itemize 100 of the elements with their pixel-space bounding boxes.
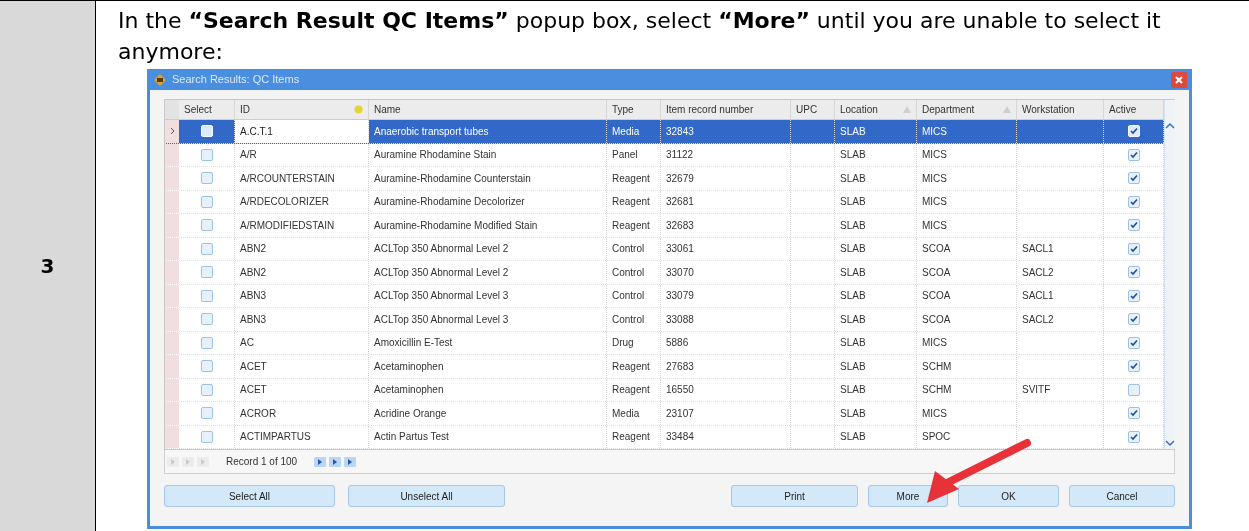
checkbox[interactable] [200,148,213,161]
checkbox[interactable] [200,266,213,279]
column-header[interactable]: ID [235,100,369,119]
checkbox[interactable] [1127,407,1140,420]
table-row[interactable]: A/RMODIFIEDSTAIN Auramine-Rhodamine Modified Stain Reagent 32683 SLAB MICS [165,214,1164,238]
table-cell: Acetaminophen [369,378,607,401]
scroll-down-icon[interactable] [1165,439,1175,447]
checkbox[interactable] [200,360,213,373]
table-row[interactable]: AC Amoxicillin E-Test Drug 5886 SLAB MICS [165,331,1164,355]
row-header[interactable] [165,402,179,425]
table-cell: SLAB [835,402,917,425]
next-record-icon[interactable] [314,456,327,467]
row-header[interactable] [165,331,179,354]
table-cell: Reagent [607,167,661,190]
table-cell: MICS [917,190,1017,213]
checkbox[interactable] [200,407,213,420]
checkbox[interactable] [1127,242,1140,255]
row-header[interactable] [165,284,179,307]
checkbox[interactable] [1127,219,1140,232]
close-button[interactable] [1171,71,1187,88]
checkbox[interactable] [200,289,213,302]
checkbox[interactable] [200,383,213,396]
table-cell: SLAB [835,355,917,378]
checkbox[interactable] [1127,172,1140,185]
table-row[interactable]: A.C.T.1 Anaerobic transport tubes Media 32843 SLAB MICS [165,120,1164,144]
table-row[interactable]: ACROR Acridine Orange Media 23107 SLAB MICS [165,402,1164,426]
table-cell: 23107 [661,402,791,425]
table-cell: SVITF [1017,378,1104,401]
row-header[interactable] [165,143,179,166]
dialog-button[interactable]: Unselect All [348,485,505,507]
table-cell: Reagent [607,214,661,237]
checkbox[interactable] [200,172,213,185]
checkbox[interactable] [200,219,213,232]
table-row[interactable]: ABN2 ACLTop 350 Abnormal Level 2 Control 33070 SLAB SCOA SACL2 [165,261,1164,285]
last-record-icon[interactable] [344,456,357,467]
dialog-button[interactable]: Select All [164,485,335,507]
table-cell: A/RMODIFIEDSTAIN [235,214,369,237]
row-header[interactable] [165,355,179,378]
table-cell: Reagent [607,190,661,213]
column-header[interactable]: UPC [791,100,835,119]
column-header[interactable]: Type [607,100,661,119]
dialog-button[interactable]: Print [731,485,858,507]
checkbox[interactable] [200,430,213,443]
record-status: Record 1 of 100 [226,455,298,469]
checkbox[interactable] [200,336,213,349]
table-cell: Reagent [607,425,661,448]
checkbox[interactable] [1127,148,1140,161]
table-cell: 32843 [661,120,791,143]
checkbox[interactable] [1127,289,1140,302]
table-cell: SLAB [835,143,917,166]
table-cell: SLAB [835,331,917,354]
table-cell: SACL2 [1017,308,1104,331]
checkbox[interactable] [200,313,213,326]
dialog-button[interactable]: Cancel [1069,485,1175,507]
checkbox[interactable] [1127,430,1140,443]
row-header[interactable] [165,378,179,401]
table-row[interactable]: ABN3 ACLTop 350 Abnormal Level 3 Control 33088 SLAB SCOA SACL2 [165,308,1164,332]
row-header[interactable] [165,237,179,260]
table-cell: 33088 [661,308,791,331]
checkbox[interactable] [200,195,213,208]
sort-arrow-icon [903,106,911,113]
column-header[interactable]: Workstation [1017,100,1104,119]
dialog-button[interactable]: OK [958,485,1059,507]
checkbox[interactable] [1127,195,1140,208]
table-cell: SLAB [835,425,917,448]
checkbox[interactable] [200,242,213,255]
table-row[interactable]: A/R Auramine Rhodamine Stain Panel 31122 SLAB MICS [165,143,1164,167]
table-row[interactable]: ACET Acetaminophen Reagent 16550 SLAB SCHM SVITF [165,378,1164,402]
column-header[interactable]: Select [179,100,235,119]
row-header[interactable] [165,261,179,284]
checkbox[interactable] [1127,266,1140,279]
row-header[interactable] [165,167,179,190]
checkbox[interactable] [1127,336,1140,349]
row-header[interactable] [165,120,179,143]
checkbox[interactable] [1127,383,1140,396]
table-row[interactable]: ACTIMPARTUS Actin Partus Test Reagent 33484 SLAB SPOC [165,425,1164,449]
vertical-scrollbar[interactable] [1164,100,1175,449]
scroll-up-icon[interactable] [1165,122,1175,130]
row-header[interactable] [165,214,179,237]
next-page-icon[interactable] [329,456,342,467]
row-header[interactable] [165,308,179,331]
table-row[interactable]: ABN2 ACLTop 350 Abnormal Level 2 Control 33061 SLAB SCOA SACL1 [165,237,1164,261]
app-icon [152,72,168,87]
table-cell: Auramine-Rhodamine Counterstain [369,167,607,190]
column-header[interactable]: Name [369,100,607,119]
table-cell: ACET [235,355,369,378]
table-row[interactable]: ABN3 ACLTop 350 Abnormal Level 3 Control 33079 SLAB SCOA SACL1 [165,284,1164,308]
checkbox[interactable] [1127,360,1140,373]
table-row[interactable]: A/RCOUNTERSTAIN Auramine-Rhodamine Counterstain Reagent 32679 SLAB MICS [165,167,1164,191]
row-header[interactable] [165,190,179,213]
table-row[interactable]: ACET Acetaminophen Reagent 27683 SLAB SCHM [165,355,1164,379]
column-header[interactable]: Item record number [661,100,791,119]
checkbox[interactable] [1127,313,1140,326]
column-header[interactable]: Department [917,100,1017,119]
table-cell: ACTIMPARTUS [235,425,369,448]
column-header[interactable]: Location [835,100,917,119]
row-header[interactable] [165,425,179,448]
table-row[interactable]: A/RDECOLORIZER Auramine-Rhodamine Decolorizer Reagent 32681 SLAB MICS [165,190,1164,214]
check-icon [1129,174,1138,183]
table-cell: ACROR [235,402,369,425]
